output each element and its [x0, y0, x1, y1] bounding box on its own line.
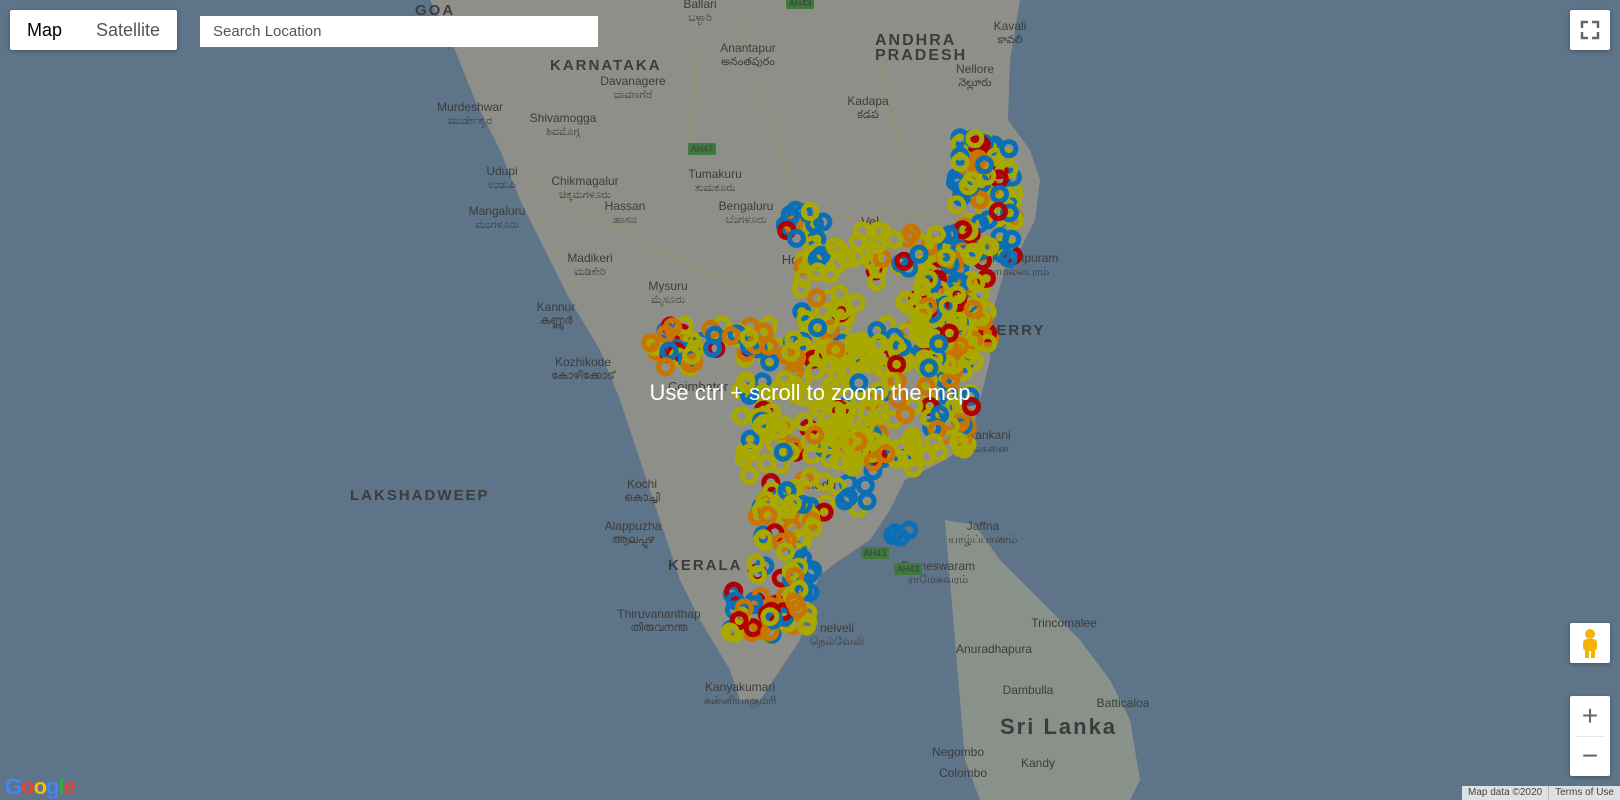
- city-native-label-rameswaram: ராமேசுவரம்: [908, 574, 968, 586]
- city-label-bengaluru: Bengaluru: [719, 199, 774, 213]
- city-label-batticaloa: Batticaloa: [1097, 696, 1150, 710]
- city-label-thiruvananthapuram: Thiruvananthap: [617, 607, 701, 621]
- city-label-negombo: Negombo: [932, 745, 984, 759]
- highway-label-ah43c: AH43: [897, 564, 920, 574]
- region-label-srilanka: Sri Lanka: [1000, 714, 1117, 739]
- highway-label-ah43b: AH43: [864, 548, 887, 558]
- region-label-pradesh: PRADESH: [875, 47, 967, 64]
- city-native-label-nellore: నెల్లూరు: [958, 77, 991, 91]
- region-label-kerala: KERALA: [668, 557, 743, 574]
- city-label-ballari: Ballari: [683, 0, 716, 11]
- city-native-label-kanyakumari: கன்னியாகுமரி: [704, 695, 777, 709]
- city-label-jaffna: Jaffna: [967, 519, 1000, 533]
- city-native-label-bengaluru: ಬೆಂಗಳೂರು: [725, 214, 767, 226]
- city-label-tumakuru: Tumakuru: [688, 167, 742, 181]
- map-data-label: Map data ©2020: [1468, 787, 1543, 798]
- city-label-kannur: Kannur: [537, 300, 576, 314]
- city-label-kozhikode: Kozhikode: [555, 355, 611, 369]
- city-native-label-jaffna: யாழ்ப்பாணம்: [949, 534, 1018, 546]
- highway-label-ah43a: AH43: [789, 0, 812, 8]
- city-label-hassan: Hassan: [605, 199, 646, 213]
- region-label-lakshadweep: LAKSHADWEEP: [350, 487, 490, 504]
- fullscreen-icon: [1580, 20, 1600, 40]
- city-label-kanyakumari: Kanyakumari: [705, 680, 775, 694]
- city-native-label-hassan: ಹಾಸನ: [613, 214, 636, 226]
- fullscreen-button[interactable]: [1570, 10, 1610, 50]
- region-label-karnataka: KARNATAKA: [550, 57, 662, 74]
- zoom-hint-message: Use ctrl + scroll to zoom the map: [649, 380, 971, 405]
- city-native-label-murdeshwar: ಮುರ್ಡೇಶ್ವರ: [448, 115, 492, 127]
- city-label-chikmagalur: Chikmagalur: [551, 174, 618, 188]
- zoom-out-button[interactable]: −: [1570, 736, 1610, 776]
- city-label-kavali: Kavali: [994, 19, 1027, 33]
- google-logo[interactable]: Google: [5, 774, 76, 800]
- city-native-label-anantapur: అనంతపురం: [721, 56, 775, 68]
- city-native-label-kadapa: కడప: [857, 109, 879, 121]
- map-button[interactable]: Map: [10, 10, 79, 50]
- city-label-colombo: Colombo: [939, 766, 987, 780]
- zoom-divider: [1576, 736, 1604, 737]
- city-native-label-tumakuru: ತುಮಕೂರು: [694, 182, 736, 194]
- map-attribution: Map data ©2020 Terms of Use: [1462, 786, 1620, 800]
- city-label-alappuzha: Alappuzha: [605, 519, 662, 533]
- satellite-button[interactable]: Satellite: [79, 10, 177, 50]
- city-native-label-kankesanthurai: ங்கனை: [971, 443, 1009, 455]
- city-label-dambulla: Dambulla: [1003, 683, 1054, 697]
- city-label-anuradhapura: Anuradhapura: [956, 642, 1032, 656]
- city-label-kochi: Kochi: [627, 477, 657, 491]
- street-view-pegman-button[interactable]: [1570, 623, 1610, 663]
- city-native-label-chikmagalur: ಚಿಕ್ಕಮಗಳೂರು: [559, 189, 612, 201]
- city-label-kadapa: Kadapa: [847, 94, 889, 108]
- city-label-kandy: Kandy: [1021, 756, 1055, 770]
- city-native-label-tirunelveli: நெல்வேலி: [810, 636, 864, 648]
- city-label-madikeri: Madikeri: [567, 251, 612, 265]
- city-native-label-davanagere: ದಾವಣಗೆರೆ: [614, 89, 653, 101]
- city-native-label-kochi: കൊച്ചി: [624, 492, 660, 504]
- city-native-label-kavali: కావలి: [997, 34, 1022, 46]
- city-label-mysuru: Mysuru: [648, 279, 687, 293]
- city-label-tirunelveli: nelveli: [820, 621, 854, 635]
- city-label-trincomalee: Trincomalee: [1031, 616, 1097, 630]
- pegman-icon: [1583, 629, 1597, 658]
- city-label-murdeshwar: Murdeshwar: [437, 100, 503, 114]
- highway-label-ah47: AH47: [691, 144, 714, 154]
- city-label-udupi: Udupi: [486, 164, 517, 178]
- map-type-control: Map Satellite: [10, 10, 178, 50]
- city-native-label-mysuru: ಮೈಸೂರು: [651, 294, 686, 306]
- city-label-mangaluru: Mangaluru: [469, 204, 526, 218]
- city-native-label-mangaluru: ಮಂಗಳೂರು: [475, 219, 519, 231]
- city-native-label-shivamogga: ಶಿವಮೊಗ್ಗ: [546, 126, 581, 138]
- city-label-shivamogga: Shivamogga: [530, 111, 597, 125]
- city-native-label-ballari: ಬಳ್ಳಾರಿ: [688, 12, 712, 25]
- city-native-label-udupi: ಉಡುಪಿ: [488, 179, 516, 191]
- city-native-label-thiruvananthapuram: തിരുവനന്ത: [630, 622, 687, 634]
- zoom-control: + −: [1570, 696, 1610, 776]
- city-label-davanagere: Davanagere: [600, 74, 666, 88]
- city-native-label-madikeri: ಮಡಿಕೇರಿ: [574, 266, 606, 278]
- city-label-anantapur: Anantapur: [720, 41, 775, 55]
- zoom-in-button[interactable]: +: [1570, 696, 1610, 736]
- search-location-input[interactable]: [200, 16, 598, 47]
- city-label-nellore: Nellore: [956, 62, 994, 76]
- terms-of-use-link[interactable]: Terms of Use: [1548, 786, 1620, 800]
